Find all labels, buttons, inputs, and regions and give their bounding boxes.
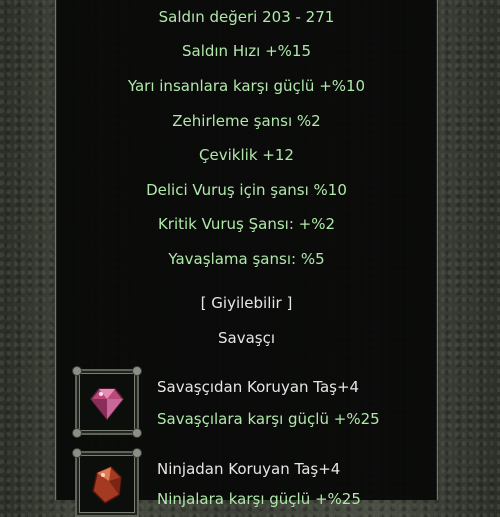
rivet-icon	[132, 428, 142, 438]
stat-slow-chance: Yavaşlama şansı: %5	[168, 250, 325, 268]
stat-dexterity: Çeviklik +12	[199, 146, 294, 164]
stat-attack-value: Saldın değeri 203 - 271	[158, 8, 335, 26]
stat-piercing-hit-chance: Delici Vuruş için şansı %10	[146, 181, 347, 199]
wearable-label: [ Giyilebilir ]	[200, 294, 293, 312]
socket-slot-2[interactable]	[72, 448, 142, 517]
socket-slot-1[interactable]	[72, 366, 142, 438]
socket-2-effect: Ninjalara karşı güçlü +%25	[157, 490, 361, 508]
rivet-icon	[132, 448, 142, 458]
rivet-icon	[72, 366, 82, 376]
stat-attack-speed: Saldın Hızı +%15	[181, 42, 311, 60]
class-restriction: Savaşçı	[217, 329, 275, 347]
stat-critical-hit-chance: Kritik Vuruş Şansı: +%2	[157, 215, 336, 233]
item-tooltip: Saldın değeri 203 - 271 Saldın Hızı +%15…	[55, 0, 438, 517]
socket-1-name: Savaşçıdan Koruyan Taş+4	[157, 378, 360, 396]
rivet-icon	[132, 366, 142, 376]
pink-gem-icon	[90, 388, 124, 421]
socket-2-name: Ninjadan Koruyan Taş+4	[157, 460, 341, 478]
socket-1-effect: Savaşçılara karşı güçlü +%25	[157, 410, 380, 428]
stat-strong-vs-half-humans: Yarı insanlara karşı güçlü +%10	[127, 77, 366, 95]
rivet-icon	[72, 428, 82, 438]
rivet-icon	[72, 448, 82, 458]
stat-poison-chance: Zehirleme şansı %2	[172, 112, 321, 130]
red-gem-icon	[92, 466, 122, 504]
